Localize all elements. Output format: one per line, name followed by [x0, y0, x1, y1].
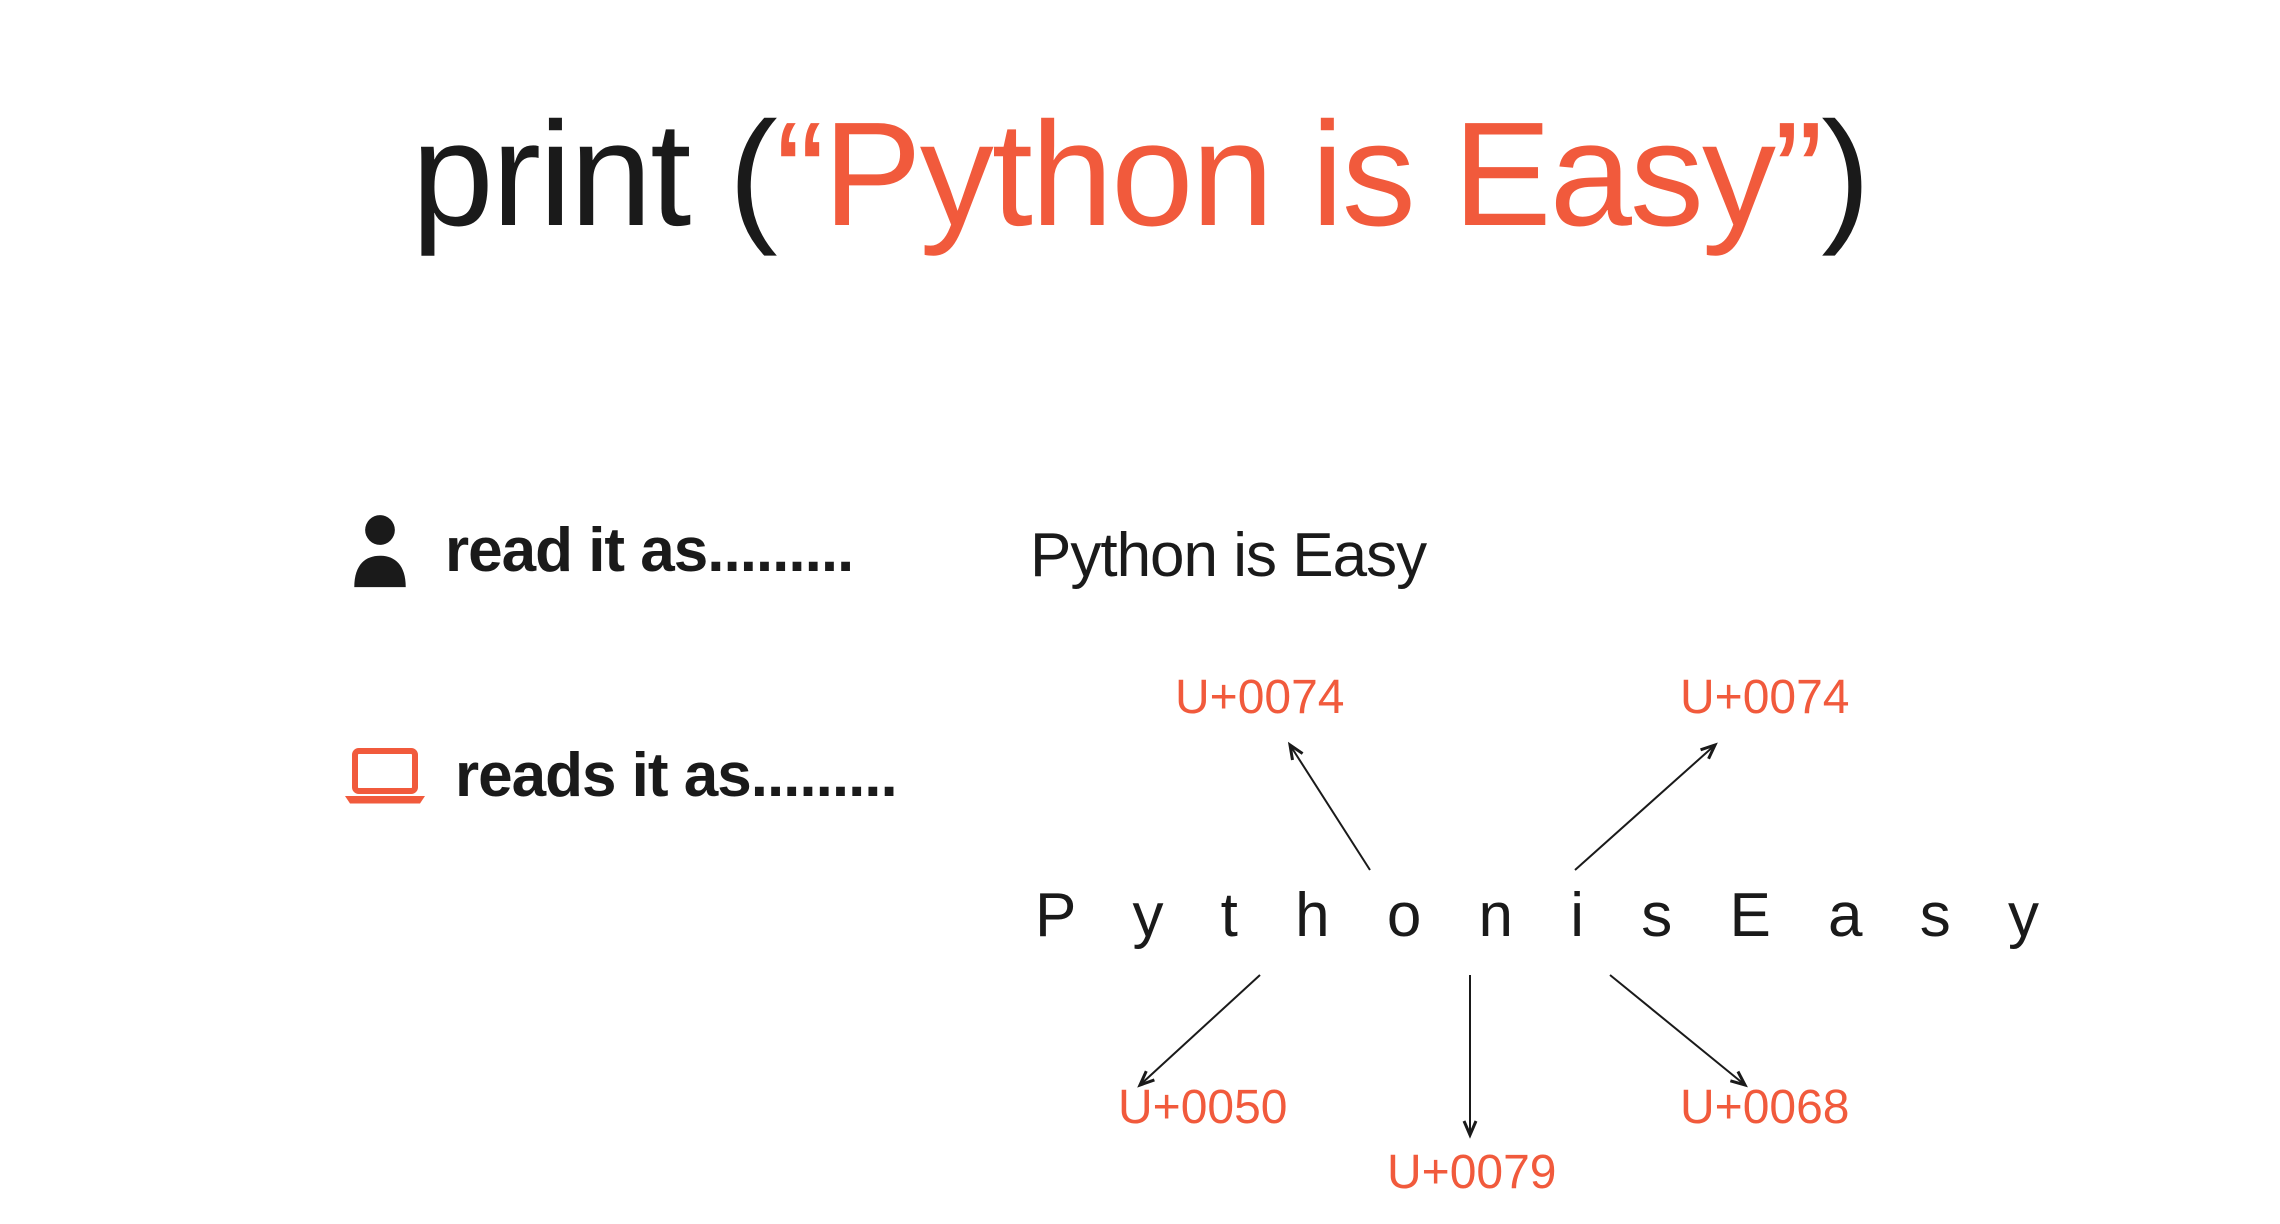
computer-label: reads it as.........: [455, 740, 897, 811]
human-label: read it as.........: [445, 515, 853, 586]
unicode-code-1: U+0074: [1175, 670, 1344, 725]
title-content: Python is Easy: [823, 92, 1774, 257]
title-open-quote: “: [776, 92, 823, 257]
human-value: Python is Easy: [1030, 520, 1426, 591]
computer-value: P y t h o n i s E a s y: [1035, 880, 2059, 951]
title-close-quote: ”: [1774, 92, 1821, 257]
page-title: print (“Python is Easy”): [0, 90, 2280, 260]
unicode-code-2: U+0074: [1680, 670, 1849, 725]
computer-row: reads it as.........: [345, 740, 897, 811]
unicode-code-3: U+0050: [1118, 1080, 1287, 1135]
person-icon: [345, 510, 415, 590]
laptop-icon: [345, 746, 425, 806]
title-prefix: print (: [411, 92, 775, 257]
unicode-code-4: U+0079: [1387, 1145, 1556, 1200]
title-suffix: ): [1821, 92, 1868, 257]
human-row: read it as.........: [345, 510, 853, 590]
unicode-code-5: U+0068: [1680, 1080, 1849, 1135]
